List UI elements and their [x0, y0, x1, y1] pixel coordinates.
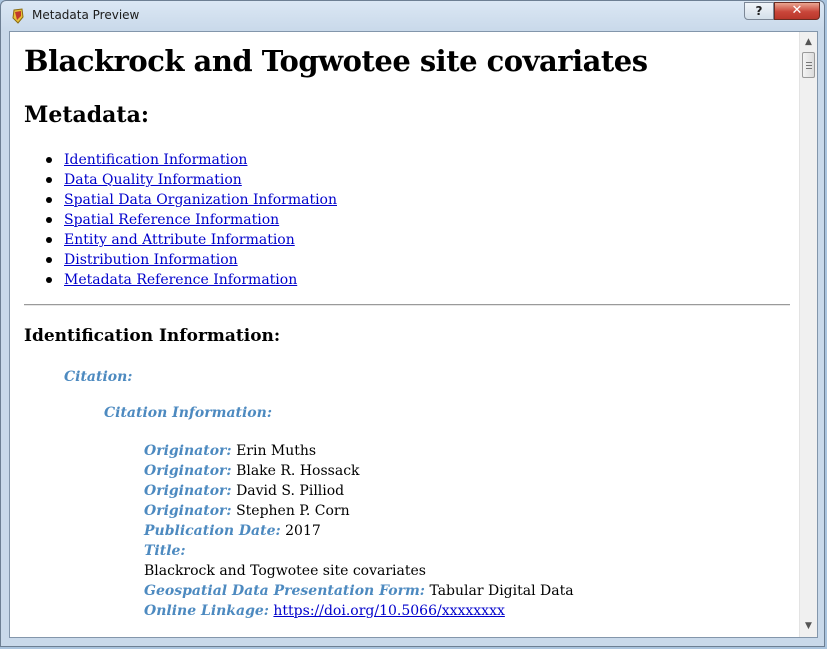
metadata-heading: Metadata: [24, 102, 149, 128]
toc-link-metadata-reference[interactable]: Metadata Reference Information [64, 272, 297, 288]
section-divider [24, 304, 790, 306]
toc-item: Spatial Data Organization Information [24, 190, 337, 210]
help-button[interactable]: ? [744, 2, 774, 20]
toc-link-identification[interactable]: Identification Information [64, 152, 247, 168]
toc-item: Identification Information [24, 150, 337, 170]
publication-date-row: Publication Date: 2017 [144, 523, 321, 539]
toc-item: Spatial Reference Information [24, 210, 337, 230]
originator-row: Originator: Blake R. Hossack [144, 463, 360, 479]
citation-fields: Originator: Erin Muths Originator: Blake… [144, 441, 574, 621]
scroll-up-icon[interactable]: ▲ [800, 34, 817, 51]
close-button[interactable]: ✕ [774, 2, 820, 20]
preview-pane: Blackrock and Togwotee site covariates M… [9, 31, 818, 638]
window-title: Metadata Preview [32, 8, 140, 22]
section-heading: Identification Information: [24, 326, 281, 346]
originator-row: Originator: David S. Pilliod [144, 483, 345, 499]
metadata-preview-window: Metadata Preview ? ✕ Blackrock and Togwo… [0, 0, 825, 647]
citation-info-label: Citation Information: [104, 405, 272, 421]
toc-item: Distribution Information [24, 250, 337, 270]
toc-item: Data Quality Information [24, 170, 337, 190]
app-icon [12, 8, 24, 24]
title-label: Title: [144, 543, 186, 559]
toc-link-spatial-data-organization[interactable]: Spatial Data Organization Information [64, 192, 337, 208]
title-bar[interactable]: Metadata Preview ? ✕ [1, 1, 824, 31]
toc-link-spatial-reference[interactable]: Spatial Reference Information [64, 212, 279, 228]
toc-link-distribution[interactable]: Distribution Information [64, 252, 238, 268]
document-content: Blackrock and Togwotee site covariates M… [10, 32, 799, 637]
scroll-down-icon[interactable]: ▼ [800, 618, 817, 635]
toc-link-data-quality[interactable]: Data Quality Information [64, 172, 242, 188]
originator-row: Originator: Erin Muths [144, 443, 317, 459]
scroll-thumb[interactable] [802, 52, 815, 78]
title-value: Blackrock and Togwotee site covariates [144, 563, 426, 579]
online-linkage-link[interactable]: https://doi.org/10.5066/xxxxxxxx [273, 603, 504, 619]
vertical-scrollbar[interactable]: ▲ ▼ [799, 32, 817, 637]
toc-item: Metadata Reference Information [24, 270, 337, 290]
toc-item: Entity and Attribute Information [24, 230, 337, 250]
toc-link-entity-attribute[interactable]: Entity and Attribute Information [64, 232, 295, 248]
document-title: Blackrock and Togwotee site covariates [24, 44, 648, 78]
table-of-contents: Identification Information Data Quality … [24, 150, 337, 290]
geoform-row: Geospatial Data Presentation Form: Tabul… [144, 583, 574, 599]
citation-label: Citation: [64, 369, 133, 385]
online-linkage-row: Online Linkage: https://doi.org/10.5066/… [144, 603, 505, 619]
originator-row: Originator: Stephen P. Corn [144, 503, 350, 519]
